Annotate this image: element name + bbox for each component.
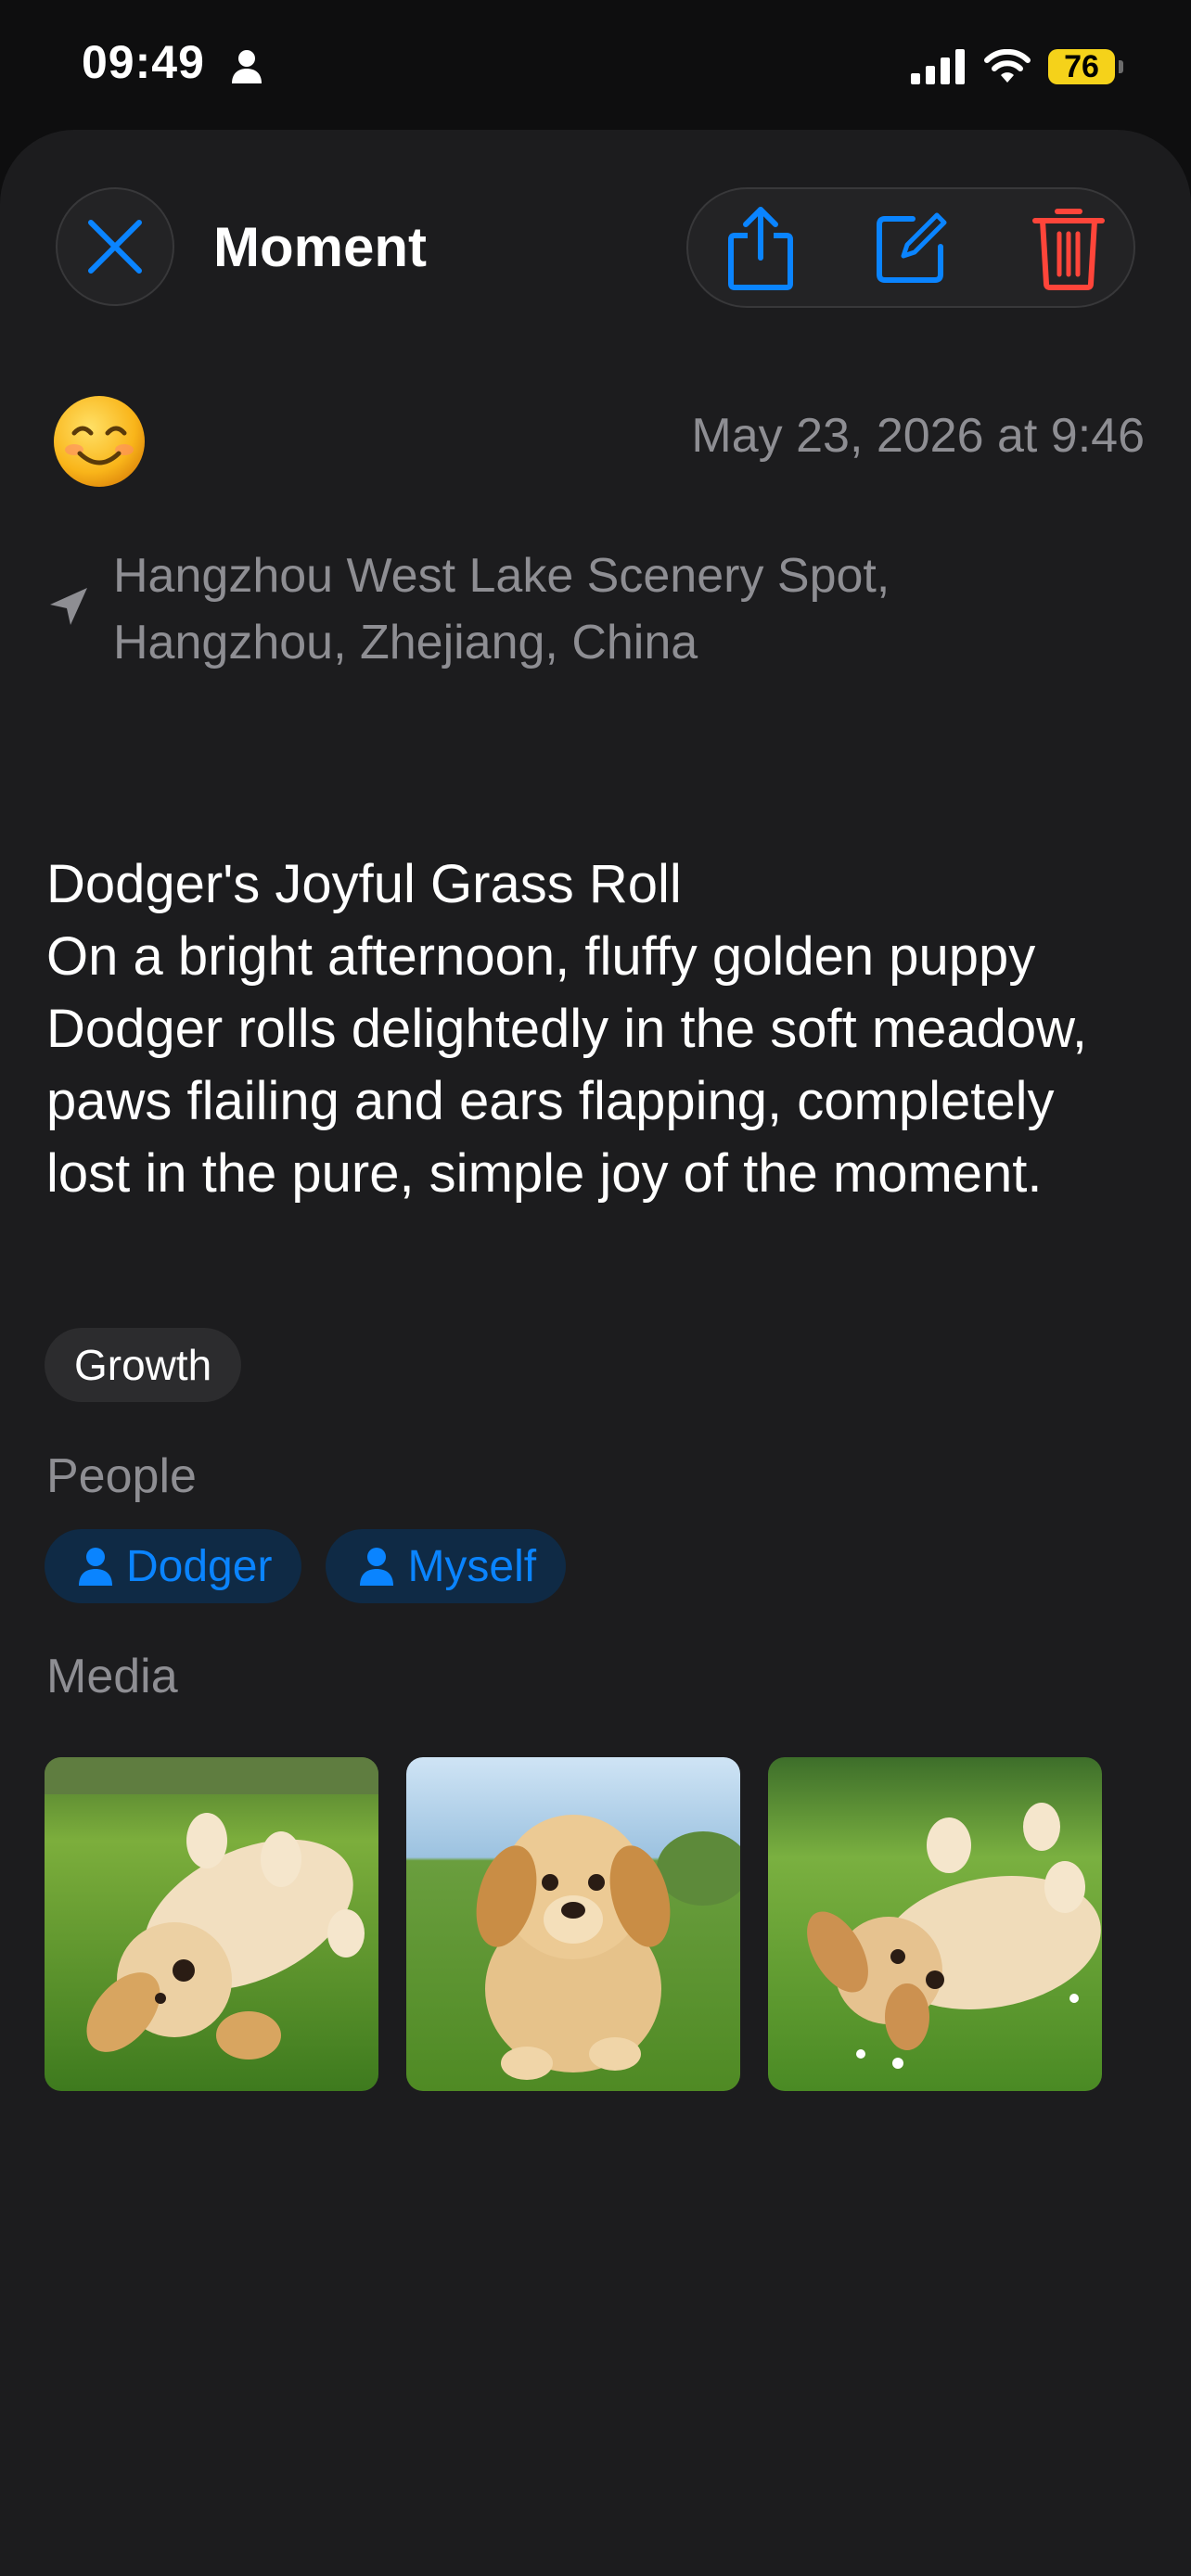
delete-button[interactable] xyxy=(1022,202,1115,295)
location-line-1: Hangzhou West Lake Scenery Spot, xyxy=(113,549,890,603)
moment-body: On a bright afternoon, fluffy golden pup… xyxy=(46,926,1087,1204)
tag-badge[interactable]: Growth xyxy=(45,1328,242,1402)
person-chip-label: Dodger xyxy=(126,1541,273,1591)
person-icon xyxy=(79,1548,112,1586)
moment-sheet: Moment May 23, 2026 at 9:46 Hangzhou Wes… xyxy=(0,130,1191,2576)
trash-icon xyxy=(1032,209,1105,290)
signal-icon xyxy=(911,49,965,84)
person-chip-label: Myself xyxy=(407,1541,537,1591)
people-label: People xyxy=(46,1449,197,1503)
people-chips: Dodger Myself xyxy=(45,1529,567,1603)
puppy-rolling-photo[interactable] xyxy=(768,1757,1102,2091)
wifi-icon xyxy=(984,49,1031,83)
moment-title: Dodger's Joyful Grass Roll xyxy=(46,854,682,914)
close-button[interactable] xyxy=(56,187,174,306)
edit-icon xyxy=(877,212,947,283)
battery-icon: 76 xyxy=(1048,49,1123,84)
share-icon xyxy=(728,207,793,290)
status-icons: 76 xyxy=(911,46,1123,87)
action-toolbar xyxy=(686,187,1135,308)
person-chip-dodger[interactable]: Dodger xyxy=(45,1529,302,1603)
media-label: Media xyxy=(46,1650,178,1703)
person-icon xyxy=(360,1548,394,1586)
puppy-rolling-on-back-photo[interactable] xyxy=(45,1757,378,2091)
close-icon xyxy=(88,220,142,274)
battery-level: 76 xyxy=(1064,49,1099,84)
location-line-2: Hangzhou, Zhejiang, China xyxy=(113,616,698,670)
status-time: 09:49 xyxy=(82,36,205,88)
person-icon xyxy=(232,50,262,83)
puppy-walking-photo[interactable] xyxy=(406,1757,740,2091)
media-gallery xyxy=(45,1757,1102,2091)
status-bar: 09:49 76 xyxy=(0,0,1191,130)
location-text[interactable]: Hangzhou West Lake Scenery Spot, Hangzho… xyxy=(113,542,1133,676)
smiling-face-icon[interactable] xyxy=(52,394,147,489)
edit-button[interactable] xyxy=(864,202,957,295)
page-title: Moment xyxy=(213,216,427,278)
share-button[interactable] xyxy=(714,202,807,295)
person-chip-myself[interactable]: Myself xyxy=(326,1529,567,1603)
location-arrow-icon xyxy=(50,588,87,625)
moment-date: May 23, 2026 at 9:46 xyxy=(691,409,1145,463)
